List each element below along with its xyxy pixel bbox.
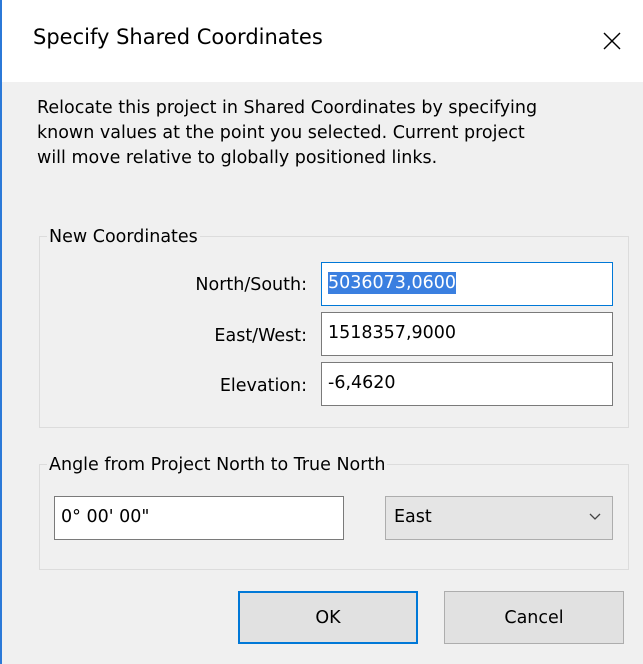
- direction-select[interactable]: East: [385, 496, 613, 540]
- title-bar: Specify Shared Coordinates: [2, 0, 643, 82]
- direction-selected-value: East: [394, 507, 432, 527]
- new-coordinates-label: New Coordinates: [47, 227, 200, 247]
- north-south-label: North/South:: [195, 275, 307, 295]
- ok-button[interactable]: OK: [238, 591, 418, 644]
- close-icon: [603, 32, 621, 50]
- east-west-label: East/West:: [214, 326, 307, 346]
- close-button[interactable]: [592, 24, 632, 58]
- elevation-input[interactable]: -6,4620: [321, 362, 613, 406]
- east-west-value: 1518357,9000: [328, 323, 457, 343]
- north-south-input[interactable]: 5036073,0600: [321, 262, 613, 306]
- angle-value: 0° 00' 00": [61, 507, 150, 527]
- angle-group-label: Angle from Project North to True North: [47, 455, 388, 475]
- specify-shared-coordinates-dialog: Specify Shared Coordinates Relocate this…: [0, 0, 643, 664]
- cancel-button[interactable]: Cancel: [444, 591, 624, 644]
- elevation-value: -6,4620: [328, 373, 396, 393]
- chevron-down-icon: [589, 513, 601, 520]
- instructions-text: Relocate this project in Shared Coordina…: [37, 98, 538, 168]
- north-south-value: 5036073,0600: [328, 272, 457, 294]
- elevation-label: Elevation:: [219, 376, 307, 396]
- dialog-title: Specify Shared Coordinates: [33, 25, 323, 49]
- angle-input[interactable]: 0° 00' 00": [54, 496, 344, 540]
- east-west-input[interactable]: 1518357,9000: [321, 312, 613, 356]
